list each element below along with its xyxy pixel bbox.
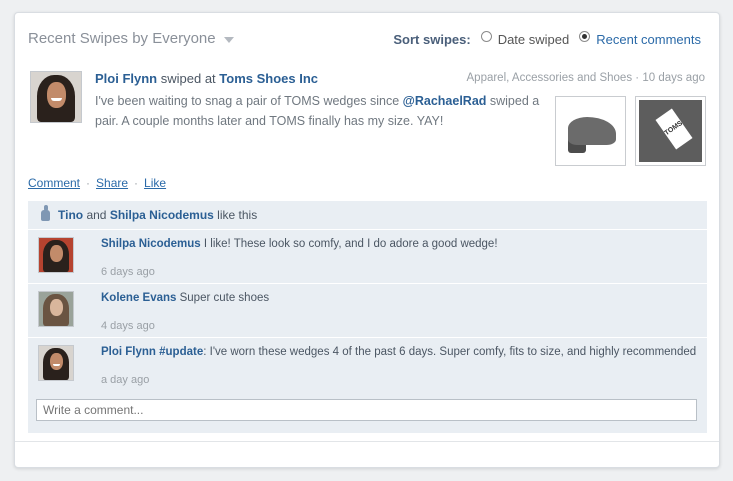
liker-link-2[interactable]: Shilpa Nicodemus bbox=[110, 208, 214, 222]
post-body: I've been waiting to snag a pair of TOMS… bbox=[95, 91, 555, 131]
radio-date-swiped[interactable] bbox=[480, 31, 492, 42]
comment-text: Ploi Flynn #update: I've worn these wedg… bbox=[101, 346, 696, 358]
post-author-link[interactable]: Ploi Flynn bbox=[95, 71, 157, 86]
likes-suffix: like this bbox=[213, 208, 258, 222]
feed-title[interactable]: Recent Swipes by Everyone bbox=[28, 30, 234, 47]
avatar[interactable] bbox=[38, 345, 74, 381]
meta-separator: · bbox=[635, 72, 640, 84]
liker-link-1[interactable]: Tino bbox=[58, 208, 83, 222]
separator-dot: · bbox=[134, 176, 139, 190]
sort-option-recent-label: Recent comments bbox=[596, 32, 701, 47]
product-image-1[interactable] bbox=[555, 96, 626, 166]
post-body-text-1: I've been waiting to snag a pair of TOMS… bbox=[95, 94, 403, 108]
post-meta: Apparel, Accessories and Shoes · 10 days… bbox=[467, 72, 706, 84]
post-headline: Ploi Flynn swiped at Toms Shoes Inc bbox=[95, 71, 318, 86]
likes-row: Tino and Shilpa Nicodemus like this bbox=[28, 201, 707, 230]
avatar[interactable] bbox=[38, 237, 74, 273]
radio-recent-comments[interactable] bbox=[579, 31, 591, 42]
comment-text: Shilpa Nicodemus I like! These look so c… bbox=[101, 238, 498, 250]
mention-link[interactable]: @RachaelRad bbox=[403, 94, 487, 108]
comment-time: a day ago bbox=[101, 374, 150, 386]
comment-time: 6 days ago bbox=[101, 266, 155, 278]
post-time: 10 days ago bbox=[642, 72, 705, 84]
sort-controls: Sort swipes: Date swiped Recent comments bbox=[393, 31, 701, 47]
sort-option-recent[interactable]: Recent comments bbox=[579, 31, 701, 47]
post-action: swiped at bbox=[157, 71, 220, 86]
post-category: Apparel, Accessories and Shoes bbox=[466, 72, 633, 84]
post-actions: Comment · Share · Like bbox=[28, 176, 166, 190]
comment-row: Ploi Flynn #update: I've worn these wedg… bbox=[28, 338, 707, 391]
comment-time: 4 days ago bbox=[101, 320, 155, 332]
comment-body: Super cute shoes bbox=[176, 292, 270, 304]
comment-text: Kolene Evans Super cute shoes bbox=[101, 292, 269, 304]
card-divider bbox=[15, 441, 719, 442]
comment-link[interactable]: Comment bbox=[28, 176, 80, 190]
product-image-2[interactable]: TOMS bbox=[635, 96, 706, 166]
avatar[interactable] bbox=[30, 71, 82, 123]
comment-author-link[interactable]: Ploi Flynn #update bbox=[101, 346, 203, 358]
comment-input[interactable] bbox=[36, 399, 697, 421]
comment-row: Kolene Evans Super cute shoes 4 days ago bbox=[28, 284, 707, 338]
feed-title-text: Recent Swipes by Everyone bbox=[28, 30, 216, 47]
thumbs-up-icon bbox=[41, 204, 50, 221]
sort-option-date-label: Date swiped bbox=[497, 32, 570, 47]
comment-author-link[interactable]: Shilpa Nicodemus bbox=[101, 238, 201, 250]
separator-dot: · bbox=[86, 176, 91, 190]
likes-and: and bbox=[83, 208, 110, 222]
chevron-down-icon[interactable] bbox=[223, 36, 234, 43]
sort-label: Sort swipes: bbox=[393, 32, 471, 47]
comment-row: Shilpa Nicodemus I like! These look so c… bbox=[28, 230, 707, 284]
activity-card: Recent Swipes by Everyone Sort swipes: D… bbox=[14, 12, 720, 468]
share-link[interactable]: Share bbox=[96, 176, 128, 190]
sort-option-date[interactable]: Date swiped bbox=[480, 31, 570, 47]
comment-body: : I've worn these wedges 4 of the past 6… bbox=[203, 346, 697, 358]
comments-panel: Tino and Shilpa Nicodemus like this Shil… bbox=[28, 201, 707, 433]
like-link[interactable]: Like bbox=[144, 176, 166, 190]
comment-author-link[interactable]: Kolene Evans bbox=[101, 292, 176, 304]
post-store-link[interactable]: Toms Shoes Inc bbox=[219, 71, 318, 86]
avatar[interactable] bbox=[38, 291, 74, 327]
comment-body: I like! These look so comfy, and I do ad… bbox=[200, 238, 498, 250]
